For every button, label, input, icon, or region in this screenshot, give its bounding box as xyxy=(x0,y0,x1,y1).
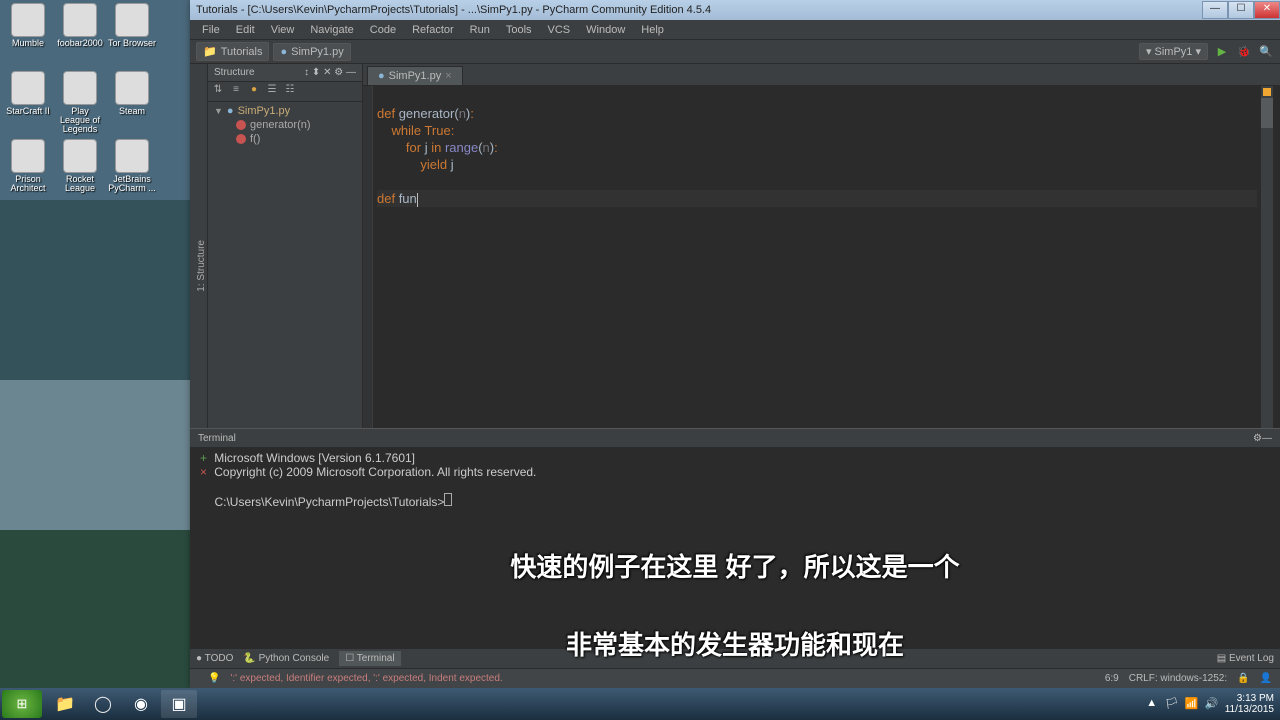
nav-bar: 📁Tutorials ●SimPy1.py ▾ SimPy1 ▾ ▶ 🐞 🔍 xyxy=(190,40,1280,64)
structure-member[interactable]: generator(n) xyxy=(212,118,358,132)
tray-icon[interactable]: 🏳 xyxy=(1165,697,1179,711)
left-tool-stripe[interactable]: 1: Structure xyxy=(190,64,208,428)
run-config-dropdown[interactable]: ▾ SimPy1 ▾ xyxy=(1139,43,1208,60)
caret-position: 6:9 xyxy=(1105,673,1119,684)
menu-view[interactable]: View xyxy=(263,22,303,38)
menu-vcs[interactable]: VCS xyxy=(540,22,579,38)
menu-file[interactable]: File xyxy=(194,22,228,38)
breadcrumb[interactable]: 📁Tutorials xyxy=(196,42,269,61)
desktop-icon[interactable]: foobar2000 xyxy=(55,3,105,69)
subtitle-text: 快速的例子在这里 好了，所以这是一个 xyxy=(510,547,959,584)
menu-code[interactable]: Code xyxy=(362,22,404,38)
editor-tab[interactable]: ●SimPy1.py× xyxy=(367,66,463,85)
lock-icon[interactable]: 🔒 xyxy=(1237,673,1249,684)
debug-button[interactable]: 🐞 xyxy=(1236,44,1252,60)
editor-area: ●SimPy1.py× def generator(n): while True… xyxy=(363,64,1280,428)
python-console-tool[interactable]: 🐍 Python Console xyxy=(243,653,329,664)
status-bar: 💡 ':' expected, Identifier expected, ':'… xyxy=(190,668,1280,688)
taskbar-obs[interactable]: ◉ xyxy=(123,690,159,718)
structure-panel: Structure↕ ⬍ ✕ ⚙ — ⇅≡●☰☷ ▼● SimPy1.py ge… xyxy=(208,64,363,428)
breadcrumb[interactable]: ●SimPy1.py xyxy=(273,43,350,61)
todo-tool[interactable]: ● TODO xyxy=(196,653,233,664)
hide-icon[interactable]: — xyxy=(1262,433,1272,444)
desktop-icon[interactable]: Prison Architect xyxy=(3,139,53,205)
taskbar-pycharm[interactable]: ▣ xyxy=(161,690,197,718)
menu-tools[interactable]: Tools xyxy=(498,22,540,38)
menu-navigate[interactable]: Navigate xyxy=(302,22,361,38)
menu-help[interactable]: Help xyxy=(633,22,672,38)
network-icon[interactable]: 📶 xyxy=(1185,697,1199,711)
close-button[interactable]: ✕ xyxy=(1254,1,1280,19)
desktop-icon[interactable]: Tor Browser xyxy=(107,3,157,69)
status-hint: ':' expected, Identifier expected, ':' e… xyxy=(230,673,502,684)
menu-window[interactable]: Window xyxy=(578,22,633,38)
editor-gutter[interactable] xyxy=(363,86,373,428)
structure-header[interactable]: Structure↕ ⬍ ✕ ⚙ — xyxy=(208,64,362,82)
close-icon[interactable]: × xyxy=(445,70,451,82)
structure-member[interactable]: f() xyxy=(212,132,358,146)
window-title: Tutorials - [C:\Users\Kevin\PycharmProje… xyxy=(196,4,711,16)
editor-scrollbar[interactable] xyxy=(1261,86,1273,428)
clock[interactable]: 3:13 PM11/13/2015 xyxy=(1225,693,1274,715)
bottom-tool-stripe: ● TODO 🐍 Python Console ☐ Terminal ▤ Eve… xyxy=(190,648,1280,668)
taskbar-chrome[interactable]: ◯ xyxy=(85,690,121,718)
taskbar-explorer[interactable]: 📁 xyxy=(47,690,83,718)
volume-icon[interactable]: 🔊 xyxy=(1205,697,1219,711)
maximize-button[interactable]: ☐ xyxy=(1228,1,1254,19)
folder-icon: 📁 xyxy=(203,45,217,58)
gear-icon[interactable]: ⚙ xyxy=(1253,433,1262,444)
desktop-icon[interactable]: JetBrains PyCharm ... xyxy=(107,139,157,205)
structure-toolbar[interactable]: ⇅≡●☰☷ xyxy=(208,82,362,102)
structure-tree[interactable]: ▼● SimPy1.py generator(n) f() xyxy=(208,102,362,428)
desktop-icon[interactable]: Rocket League xyxy=(55,139,105,205)
desktop-icon[interactable]: StarCraft II xyxy=(3,71,53,137)
minimize-button[interactable]: — xyxy=(1202,1,1228,19)
terminal-tool[interactable]: ☐ Terminal xyxy=(339,651,400,666)
terminal-panel: Terminal⚙ — + Microsoft Windows [Version… xyxy=(190,428,1280,648)
search-button[interactable]: 🔍 xyxy=(1258,44,1274,60)
taskbar: ⊞ 📁 ◯ ◉ ▣ ▲ 🏳 📶 🔊 3:13 PM11/13/2015 xyxy=(0,688,1280,720)
editor-tabs: ●SimPy1.py× xyxy=(363,64,1280,86)
intention-bulb-icon[interactable]: 💡 xyxy=(208,673,220,684)
desktop-icons: Mumble foobar2000 Tor Browser StarCraft … xyxy=(0,0,160,208)
show-hidden-icon[interactable]: ▲ xyxy=(1145,697,1159,711)
structure-file-node[interactable]: ▼● SimPy1.py xyxy=(212,104,358,118)
terminal-header[interactable]: Terminal⚙ — xyxy=(190,429,1280,447)
system-tray[interactable]: ▲ 🏳 📶 🔊 3:13 PM11/13/2015 xyxy=(1145,693,1278,715)
title-bar[interactable]: Tutorials - [C:\Users\Kevin\PycharmProje… xyxy=(190,0,1280,20)
run-button[interactable]: ▶ xyxy=(1214,44,1230,60)
pycharm-window: Tutorials - [C:\Users\Kevin\PycharmProje… xyxy=(190,0,1280,688)
hector-icon[interactable]: 👤 xyxy=(1260,673,1272,684)
desktop-icon[interactable]: Steam xyxy=(107,71,157,137)
terminal-body[interactable]: + Microsoft Windows [Version 6.1.7601] ×… xyxy=(190,447,1280,648)
python-file-icon: ● xyxy=(280,46,287,58)
desktop-icon[interactable]: Play League of Legends xyxy=(55,71,105,137)
desktop-icon[interactable]: Mumble xyxy=(3,3,53,69)
menu-bar: File Edit View Navigate Code Refactor Ru… xyxy=(190,20,1280,40)
menu-refactor[interactable]: Refactor xyxy=(404,22,462,38)
code-editor[interactable]: def generator(n): while True: for j in r… xyxy=(363,86,1280,428)
event-log-tool[interactable]: ▤ Event Log xyxy=(1217,653,1274,664)
encoding-indicator[interactable]: CRLF: windows-1252: xyxy=(1129,673,1227,684)
start-button[interactable]: ⊞ xyxy=(2,690,42,718)
menu-edit[interactable]: Edit xyxy=(228,22,263,38)
menu-run[interactable]: Run xyxy=(462,22,498,38)
